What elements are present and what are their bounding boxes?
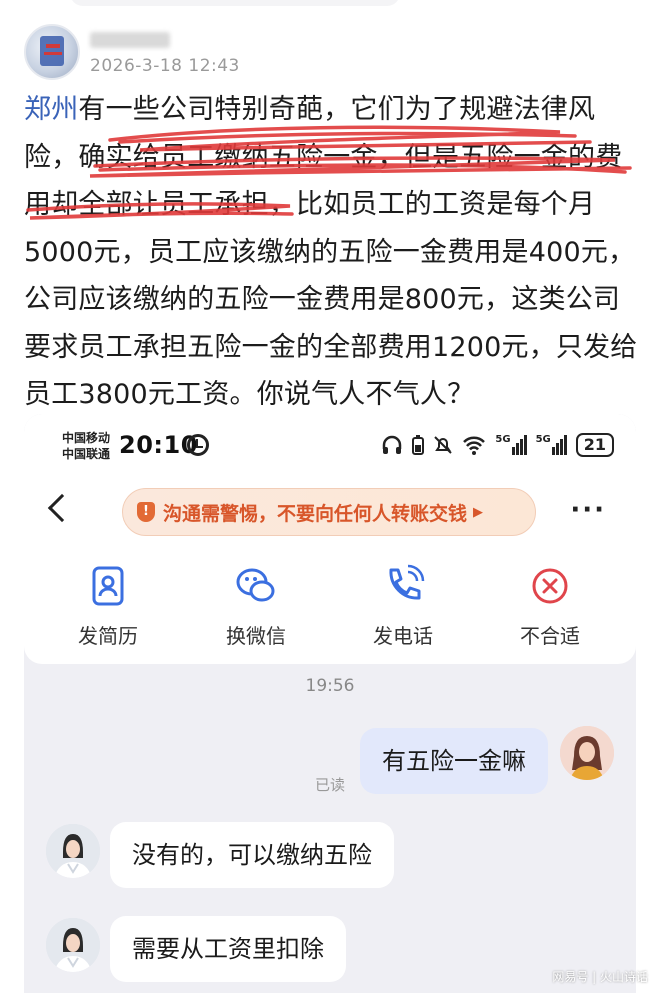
- recruiter-avatar[interactable]: [46, 918, 100, 972]
- chat-screenshot: 中国移动 中国联通 20:10 5G 5G 21 ! 沟通需警惕，不要向任何人转…: [24, 414, 636, 993]
- post-date: 2026-3-18 12:43: [90, 56, 240, 76]
- carrier-1: 中国移动: [62, 431, 111, 445]
- headphones-icon: [383, 435, 402, 454]
- location-link[interactable]: 郑州: [24, 94, 78, 125]
- carrier-labels: 中国移动 中国联通: [62, 430, 110, 462]
- status-icons: 5G 5G 21: [381, 432, 614, 458]
- wechat-icon: [234, 564, 278, 608]
- resume-icon: [86, 564, 130, 608]
- action-send-resume[interactable]: 发简历: [53, 564, 163, 649]
- chat-header-panel: 中国移动 中国联通 20:10 5G 5G 21 ! 沟通需警惕，不要向任何人转…: [24, 414, 636, 664]
- battery-saver-icon: [412, 435, 425, 455]
- shield-icon: !: [137, 502, 155, 522]
- alarm-icon: [187, 434, 209, 456]
- action-label: 换微信: [226, 624, 286, 648]
- network-1: 5G: [495, 435, 527, 455]
- close-circle-icon: [528, 564, 572, 608]
- author-avatar[interactable]: [24, 24, 80, 80]
- phone-icon: [381, 564, 425, 608]
- action-label: 发简历: [78, 624, 138, 648]
- more-options-icon[interactable]: ···: [570, 497, 606, 523]
- message-bubble-received[interactable]: 没有的，可以缴纳五险: [110, 822, 394, 888]
- watermark: 网易号 | 火山诗话: [552, 970, 648, 984]
- warning-text: 沟通需警惕，不要向任何人转账交钱: [163, 502, 468, 525]
- previous-comment-bubble: [70, 0, 400, 6]
- action-row: 发简历 换微信 发电话 不合适: [24, 564, 636, 654]
- read-receipt: 已读: [314, 776, 345, 794]
- message-bubble-sent[interactable]: 有五险一金嘛: [360, 728, 548, 794]
- warning-banner[interactable]: ! 沟通需警惕，不要向任何人转账交钱 ▶: [122, 488, 536, 536]
- action-label: 发电话: [373, 624, 433, 648]
- my-avatar[interactable]: [560, 726, 614, 780]
- carrier-2: 中国联通: [62, 447, 111, 461]
- action-send-phone[interactable]: 发电话: [348, 564, 458, 649]
- wifi-icon: [463, 436, 486, 455]
- post-body: 郑州有一些公司特别奇葩，它们为了规避法律风险，确实给员工缴纳五险一金，但是五险一…: [24, 86, 638, 419]
- status-bar: 中国移动 中国联通 20:10 5G 5G 21: [24, 428, 636, 468]
- time-divider: 19:56: [305, 676, 355, 696]
- action-not-suitable[interactable]: 不合适: [495, 564, 605, 649]
- recruiter-avatar[interactable]: [46, 824, 100, 878]
- back-arrow-icon[interactable]: [47, 493, 77, 523]
- chevron-right-icon: ▶: [473, 504, 484, 520]
- network-2: 5G: [536, 435, 567, 455]
- message-bubble-received[interactable]: 需要从工资里扣除: [110, 916, 346, 982]
- action-label: 不合适: [520, 624, 580, 648]
- mute-bell-icon: [434, 436, 453, 454]
- post-text: 有一些公司特别奇葩，它们为了规避法律风险，确实给员工缴纳五险一金，但是五险一金的…: [24, 94, 638, 410]
- action-exchange-wechat[interactable]: 换微信: [201, 564, 311, 649]
- battery-indicator: 21: [575, 433, 614, 457]
- author-name-blurred[interactable]: [90, 32, 170, 48]
